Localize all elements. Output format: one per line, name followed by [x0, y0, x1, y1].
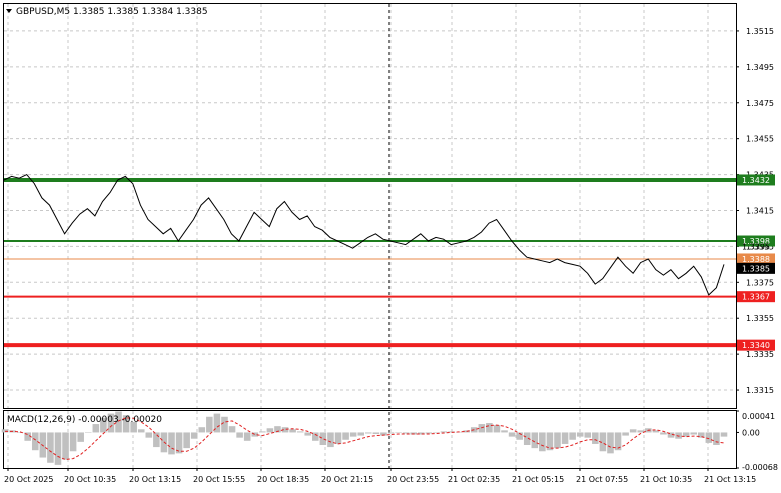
- macd-tick-label: 0.00041: [742, 412, 775, 421]
- y-tick-label: 1.3375: [746, 278, 774, 287]
- macd-bar: [190, 432, 198, 439]
- y-tick-label: 1.3515: [746, 27, 774, 36]
- macd-bar: [84, 432, 92, 433]
- macd-bar: [387, 432, 395, 434]
- macd-bar: [153, 432, 160, 448]
- macd-bar: [486, 423, 493, 433]
- macd-bar: [592, 432, 599, 444]
- macd-bar: [554, 432, 561, 449]
- macd-bar: [607, 432, 614, 454]
- macd-tick-label: 0.00: [742, 428, 760, 437]
- macd-bar: [296, 431, 304, 433]
- macd-bar: [440, 431, 448, 433]
- macd-bar: [198, 427, 206, 433]
- macd-bar: [221, 416, 228, 433]
- y-tick-label: 1.3335: [746, 350, 774, 359]
- x-tick-label: 21 Oct 05:15: [512, 475, 564, 484]
- macd-bar: [319, 432, 327, 445]
- y-tick-label: 1.3355: [746, 314, 774, 323]
- macd-bar: [69, 432, 77, 452]
- macd-bar: [145, 432, 153, 438]
- macd-bar: [690, 432, 698, 435]
- x-tick-label: 20 Oct 13:15: [129, 475, 181, 484]
- macd-title: MACD(12,26,9) -0.00003 -0.00020: [7, 415, 162, 425]
- macd-bar: [342, 432, 349, 440]
- macd-bar: [713, 432, 720, 445]
- macd-bar: [236, 432, 243, 438]
- chart-title: GBPUSD,M5 1.3385 1.3385 1.3384 1.3385: [16, 7, 208, 17]
- y-tick-label: 1.3415: [746, 206, 774, 215]
- hidden-price-label: 1.3395: [742, 242, 770, 251]
- macd-bar: [365, 432, 372, 434]
- macd-bar: [508, 432, 516, 437]
- trading-chart-window: 1.35151.34951.34751.34551.34351.34151.33…: [0, 0, 781, 489]
- x-tick-label: 21 Oct 02:35: [448, 475, 500, 484]
- x-tick-label: 21 Oct 13:15: [704, 475, 756, 484]
- macd-bar: [228, 426, 236, 433]
- macd-bar: [501, 430, 508, 433]
- macd-bar: [266, 428, 274, 433]
- price-panel-frame: [3, 3, 737, 409]
- macd-bar: [62, 432, 69, 460]
- macd-bar: [312, 432, 319, 441]
- macd-bar: [584, 432, 592, 438]
- current-price-label: 1.3385: [742, 264, 770, 273]
- y-tick-label: 1.3315: [746, 386, 774, 395]
- level-label-text: 1.3432: [742, 176, 770, 185]
- macd-bar: [539, 432, 546, 452]
- x-tick-label: 20 Oct 21:15: [321, 475, 373, 484]
- x-tick-label: 21 Oct 07:55: [576, 475, 628, 484]
- x-tick-label: 20 Oct 10:35: [64, 475, 116, 484]
- macd-bar: [561, 432, 569, 444]
- macd-bar: [720, 432, 728, 437]
- macd-bar: [395, 432, 402, 433]
- macd-bar: [478, 424, 486, 433]
- macd-bar: [569, 432, 576, 440]
- level-label-text: 1.3367: [742, 293, 770, 302]
- x-tick-label: 20 Oct 23:55: [387, 475, 439, 484]
- macd-bar: [622, 432, 629, 436]
- macd-bar: [259, 431, 266, 433]
- x-tick-label: 20 Oct 2025: [4, 475, 53, 484]
- macd-bar: [183, 432, 190, 449]
- level-label-text: 1.3340: [742, 341, 770, 350]
- macd-bar: [47, 432, 54, 463]
- macd-bar: [92, 424, 100, 433]
- macd-bar: [1, 429, 9, 433]
- time-axis: 20 Oct 2025 20 Oct 10:35 20 Oct 13:15 20 Oc…: [4, 468, 756, 484]
- y-tick-label: 1.3455: [746, 135, 774, 144]
- chart-canvas[interactable]: 1.35151.34951.34751.34551.34351.34151.33…: [0, 0, 781, 489]
- macd-bar: [357, 432, 364, 436]
- macd-bar: [629, 429, 637, 433]
- macd-bar: [243, 432, 251, 441]
- x-tick-label: 21 Oct 10:35: [640, 475, 692, 484]
- x-tick-label: 20 Oct 18:35: [257, 475, 309, 484]
- macd-bar: [576, 432, 584, 437]
- macd-bar: [493, 425, 501, 433]
- macd-bar: [349, 432, 357, 437]
- x-tick-label: 20 Oct 15:55: [193, 475, 245, 484]
- macd-bar: [675, 432, 682, 439]
- macd-bar: [54, 432, 62, 465]
- macd-bar: [77, 432, 84, 442]
- macd-bar: [304, 432, 312, 436]
- macd-axis: 0.00041 0.00 -0.00068: [736, 410, 778, 472]
- macd-bar: [425, 432, 433, 434]
- macd-bar: [402, 432, 410, 434]
- macd-bar: [660, 432, 667, 435]
- macd-bar: [372, 432, 380, 435]
- macd-bar: [137, 429, 145, 433]
- macd-bar: [327, 432, 334, 448]
- macd-bar: [168, 432, 175, 455]
- y-tick-label: 1.3495: [746, 63, 774, 72]
- price-level-labels: 1.34321.33981.33881.33671.33401.33851.33…: [737, 174, 775, 351]
- level-label-text: 1.3388: [742, 255, 770, 264]
- macd-bar: [289, 429, 296, 433]
- macd-bar: [206, 416, 213, 433]
- macd-tick-label: -0.00068: [742, 463, 778, 472]
- y-tick-label: 1.3475: [746, 99, 774, 108]
- macd-bar: [334, 432, 342, 444]
